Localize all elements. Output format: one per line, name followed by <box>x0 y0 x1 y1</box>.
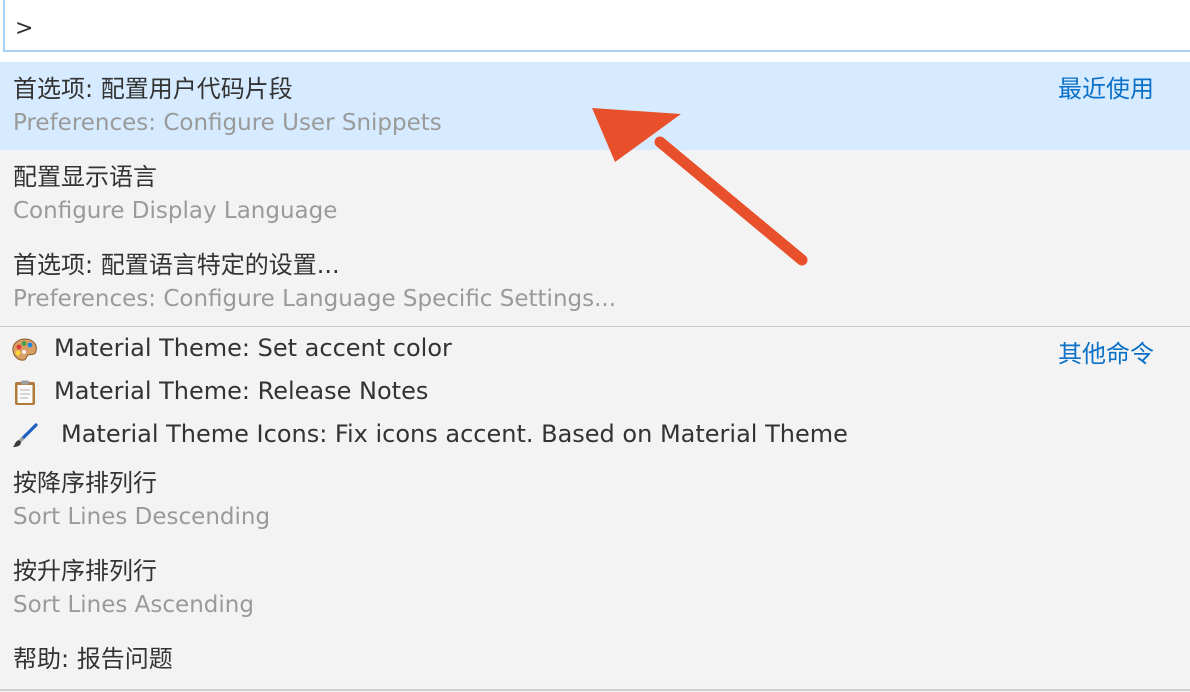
command-label: Material Theme Icons: Fix icons accent. … <box>61 420 848 448</box>
command-item-report-issue[interactable]: 帮助: 报告问题 <box>0 632 1190 675</box>
command-palette: 首选项: 配置用户代码片段 Preferences: Configure Use… <box>0 0 1190 692</box>
command-detail: Preferences: Configure User Snippets <box>13 110 442 136</box>
bottom-divider <box>0 689 1190 691</box>
command-item-configure-language-settings[interactable]: 首选项: 配置语言特定的设置... Preferences: Configure… <box>0 238 1190 326</box>
command-label: 按升序排列行 <box>13 557 157 585</box>
command-label: 首选项: 配置用户代码片段 <box>13 75 293 103</box>
command-label: 首选项: 配置语言特定的设置... <box>13 251 340 279</box>
command-input[interactable] <box>3 0 1190 52</box>
command-item-sort-lines-descending[interactable]: 按降序排列行 Sort Lines Descending <box>0 456 1190 544</box>
command-item-configure-display-language[interactable]: 配置显示语言 Configure Display Language <box>0 150 1190 238</box>
command-label: 按降序排列行 <box>13 469 157 497</box>
command-item-material-icons-fix-accent[interactable]: Material Theme Icons: Fix icons accent. … <box>0 413 1190 456</box>
command-label: 配置显示语言 <box>13 163 157 191</box>
command-label: 帮助: 报告问题 <box>13 645 173 673</box>
other-commands-badge: 其他命令 <box>1058 340 1154 368</box>
command-item-configure-user-snippets[interactable]: 首选项: 配置用户代码片段 Preferences: Configure Use… <box>0 62 1190 150</box>
command-item-sort-lines-ascending[interactable]: 按升序排列行 Sort Lines Ascending <box>0 544 1190 632</box>
paintbrush-icon <box>11 423 39 449</box>
recently-used-badge: 最近使用 <box>1058 75 1154 103</box>
command-input-container <box>0 0 1190 62</box>
command-detail: Sort Lines Descending <box>13 504 271 530</box>
command-list: 首选项: 配置用户代码片段 Preferences: Configure Use… <box>0 62 1190 675</box>
clipboard-icon <box>11 380 39 406</box>
command-detail: Preferences: Configure Language Specific… <box>13 286 617 312</box>
command-detail: Sort Lines Ascending <box>13 592 254 618</box>
command-detail: Configure Display Language <box>13 198 338 224</box>
palette-icon <box>11 337 39 363</box>
command-label: Material Theme: Set accent color <box>54 334 452 362</box>
command-label: Material Theme: Release Notes <box>54 377 429 405</box>
command-item-material-accent-color[interactable]: Material Theme: Set accent color 其他命令 <box>0 327 1190 370</box>
command-item-material-release-notes[interactable]: Material Theme: Release Notes <box>0 370 1190 413</box>
